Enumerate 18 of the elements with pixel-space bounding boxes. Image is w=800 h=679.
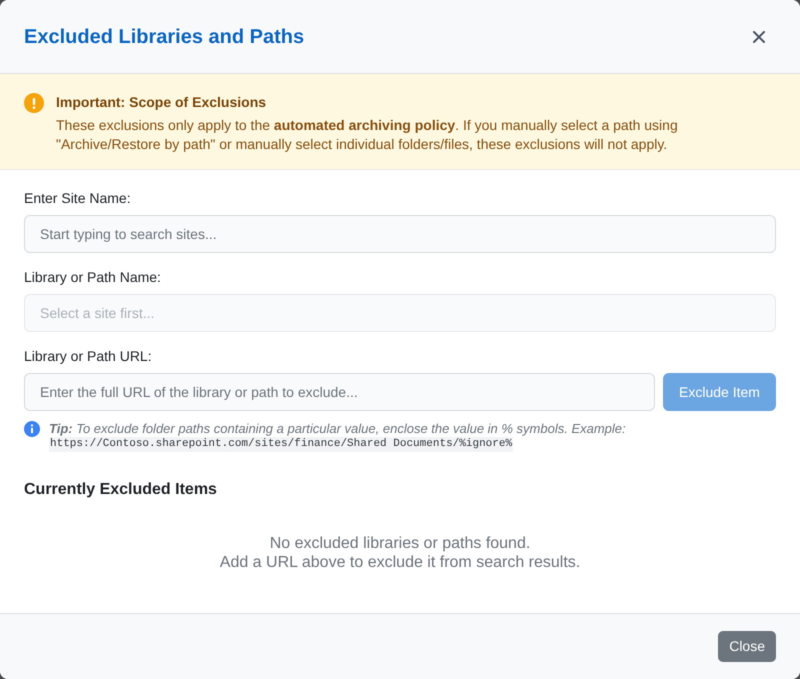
site-search-field[interactable]: Start typing to search sites...	[24, 215, 776, 253]
close-button[interactable]	[752, 30, 766, 44]
exclamation-icon	[24, 93, 44, 113]
field-label: Library or Path Name:	[24, 268, 162, 287]
close-dialog-button[interactable]: Close	[718, 631, 776, 662]
section-heading: Currently Excluded Items	[24, 480, 218, 500]
dialog-title: Excluded Libraries and Paths	[24, 24, 304, 50]
info-icon	[24, 421, 40, 437]
field-label: Library or Path URL:	[24, 347, 153, 366]
empty-state-text: Add a URL above to exclude it from search results.	[220, 553, 580, 572]
empty-state-text: No excluded libraries or paths found.	[270, 534, 530, 553]
example-url-code: https://Contoso.sharepoint.com/sites/finance/Shared Documents/%ignore%	[49, 437, 514, 452]
field-label: Enter Site Name:	[24, 189, 132, 208]
notice-title: Important: Scope of Exclusions	[56, 93, 268, 112]
url-input-field[interactable]: Enter the full URL of the library or path to exclude...	[24, 373, 655, 411]
close-icon	[753, 30, 765, 42]
notice-text: These exclusions only apply to the automated archiving policy. If you manually select a path using "Archive/Restore by path" or manually select individual folders/files, these exclusions will not apply.	[56, 116, 679, 154]
tip-text: Tip: To exclude folder paths containing a particular value, enclose the value in % symbols. Example:	[49, 420, 626, 437]
